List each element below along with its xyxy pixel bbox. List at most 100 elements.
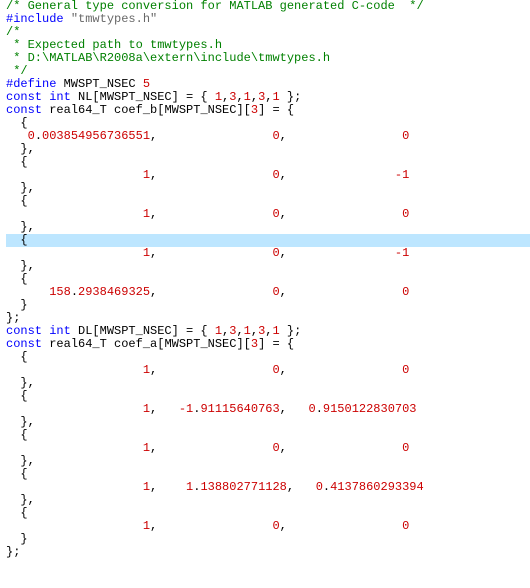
code-token-p: }; [6, 545, 20, 559]
code-line: }, [6, 377, 530, 390]
code-line: 1, 0, 0 [6, 442, 530, 455]
code-token-p [6, 207, 143, 221]
code-token-num: 1 [215, 90, 222, 104]
code-token-c: /* [6, 25, 20, 39]
code-line: } [6, 299, 530, 312]
code-token-p: { [6, 506, 28, 520]
code-token-str: "tmwtypes.h" [71, 12, 157, 26]
code-token-num: 0 [402, 519, 409, 533]
code-line: }, [6, 260, 530, 273]
code-token-p [6, 129, 28, 143]
code-token-num: 0 [272, 363, 279, 377]
code-token-p: . [35, 129, 42, 143]
code-line: 1, 0, 0 [6, 208, 530, 221]
code-token-num: 0 [402, 363, 409, 377]
code-token-p: , [280, 129, 402, 143]
code-line: 1, 1.138802771128, 0.4137860293394 [6, 481, 530, 494]
code-line: }, [6, 182, 530, 195]
code-token-num: 0 [402, 441, 409, 455]
code-token-num: 3 [251, 337, 258, 351]
code-line: }, [6, 455, 530, 468]
code-token-num: -1 [395, 246, 409, 260]
code-token-p: . [316, 402, 323, 416]
code-token-p [6, 363, 143, 377]
code-token-num: 1 [143, 402, 150, 416]
code-token-p: }, [6, 415, 35, 429]
code-token-p: , [280, 519, 402, 533]
code-token-num: 0 [272, 207, 279, 221]
code-token-p: { [6, 233, 28, 247]
code-token-p: , [150, 168, 272, 182]
code-token-num: 4137860293394 [330, 480, 424, 494]
code-token-p: ] = { [258, 337, 294, 351]
code-token-p: { [6, 350, 28, 364]
code-token-p: , [236, 90, 243, 104]
code-token-p: { [6, 272, 28, 286]
code-token-kw: const int [6, 90, 78, 104]
code-token-num: 003854956736551 [42, 129, 150, 143]
code-token-p: }, [6, 142, 35, 156]
code-token-p: real64_T coef_a[MWSPT_NSEC][ [49, 337, 251, 351]
code-line: }, [6, 221, 530, 234]
code-token-num: 1 [272, 90, 279, 104]
code-line: }, [6, 416, 530, 429]
code-token-num: 91115640763 [200, 402, 279, 416]
code-token-num: 158 [49, 285, 71, 299]
code-token-p [6, 480, 143, 494]
code-line: } [6, 533, 530, 546]
code-token-p: }; [280, 90, 302, 104]
code-line: 158.2938469325, 0, 0 [6, 286, 530, 299]
code-token-p: , [150, 207, 272, 221]
code-line: }, [6, 143, 530, 156]
code-token-p: , [280, 441, 402, 455]
code-token-num: 0 [402, 129, 409, 143]
code-token-p: DL[MWSPT_NSEC] = { [78, 324, 215, 338]
code-token-p [6, 519, 143, 533]
code-token-p [6, 285, 49, 299]
code-token-num: 0 [272, 285, 279, 299]
code-token-p: , [251, 90, 258, 104]
code-line: 1, 0, 0 [6, 520, 530, 533]
code-line: const real64_T coef_a[MWSPT_NSEC][3] = { [6, 338, 530, 351]
code-token-p: , [150, 402, 179, 416]
code-token-p [6, 168, 143, 182]
code-editor: /* General type conversion for MATLAB ge… [0, 0, 530, 559]
code-token-p: , [251, 324, 258, 338]
code-line: }, [6, 494, 530, 507]
code-line: 1, 0, -1 [6, 169, 530, 182]
code-token-num: -1 [395, 168, 409, 182]
code-token-p: { [6, 155, 28, 169]
code-line: #include "tmwtypes.h" [6, 13, 530, 26]
code-token-num: 0 [272, 519, 279, 533]
code-token-num: 5 [143, 77, 150, 91]
code-token-c: * Expected path to tmwtypes.h [6, 38, 222, 52]
code-token-num: 1 [143, 207, 150, 221]
code-token-p: }, [6, 454, 35, 468]
code-token-pp: #define [6, 77, 64, 91]
code-token-num: 1 [272, 324, 279, 338]
code-line: const real64_T coef_b[MWSPT_NSEC][3] = { [6, 104, 530, 117]
code-token-p: }, [6, 376, 35, 390]
code-token-p: . [71, 285, 78, 299]
code-line: }; [6, 546, 530, 559]
code-token-p: , [150, 441, 272, 455]
code-token-p: , [287, 480, 316, 494]
code-token-p: , [150, 480, 186, 494]
code-token-p: , [150, 285, 272, 299]
code-token-kw: const [6, 103, 49, 117]
code-token-kw: const int [6, 324, 78, 338]
code-token-num: 1 [143, 480, 150, 494]
code-token-p: , [236, 324, 243, 338]
code-line: 1, -1.91115640763, 0.9150122830703 [6, 403, 530, 416]
code-token-num: 0 [272, 168, 279, 182]
code-token-num: 0 [402, 207, 409, 221]
code-token-p [6, 441, 143, 455]
code-line: 1, 0, 0 [6, 364, 530, 377]
code-token-num: 138802771128 [200, 480, 286, 494]
code-token-p: , [150, 363, 272, 377]
code-token-p: }, [6, 259, 35, 273]
code-token-num: 1 [244, 90, 251, 104]
code-token-p: { [6, 467, 28, 481]
code-token-p: . [323, 480, 330, 494]
code-token-p: , [280, 168, 395, 182]
